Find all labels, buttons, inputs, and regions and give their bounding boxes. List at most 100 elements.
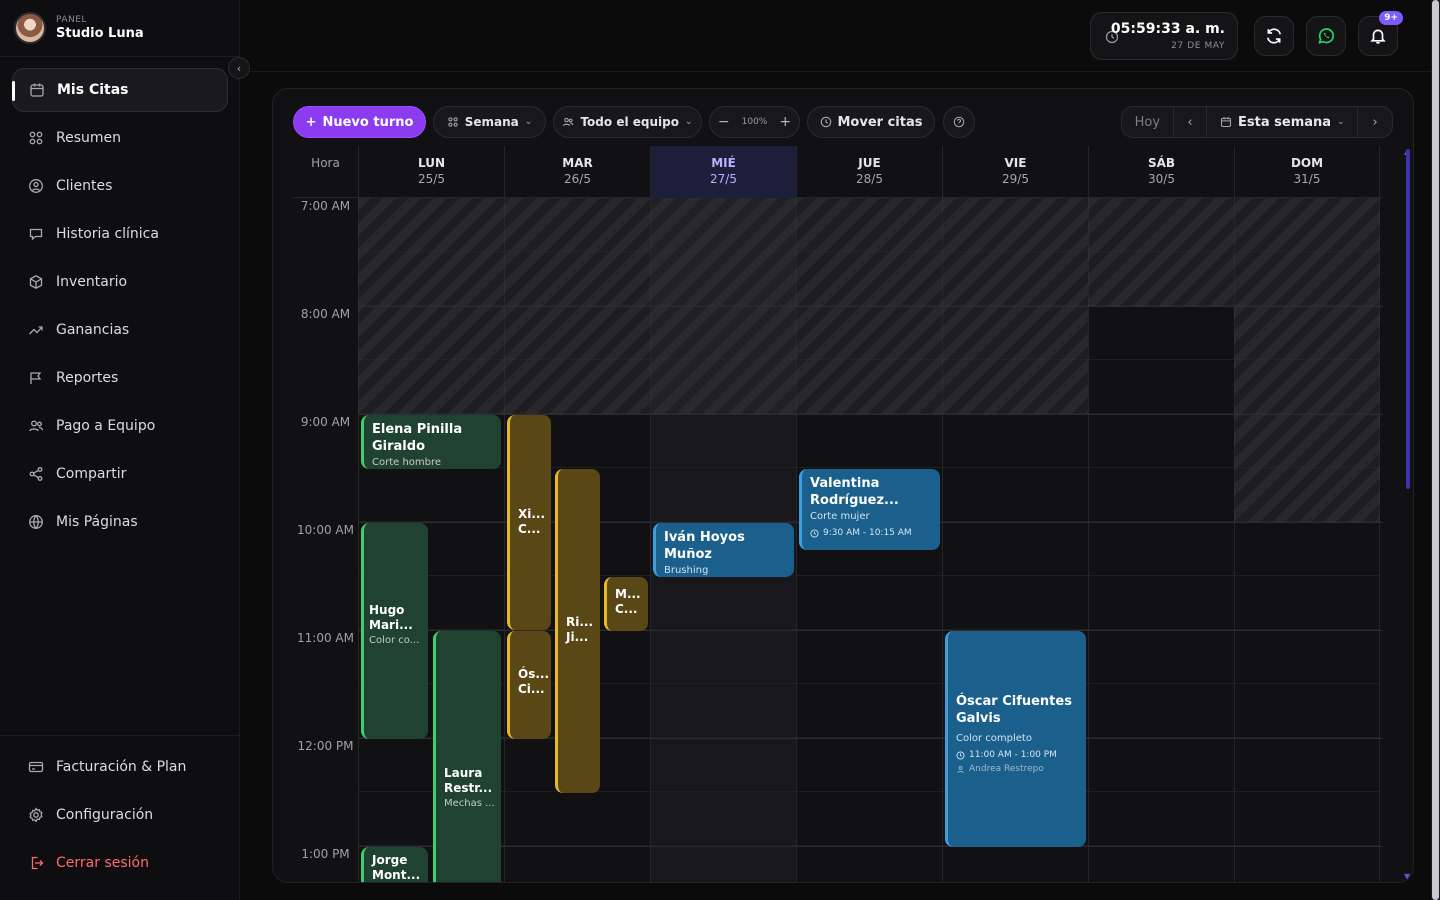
new-appointment-button[interactable]: + Nuevo turno <box>293 106 426 138</box>
appointment-service: Color co... <box>369 635 420 646</box>
sidebar-item-mis-paginas[interactable]: Mis Páginas <box>12 500 228 544</box>
sidebar-item-label: Configuración <box>56 807 154 823</box>
appointment-card[interactable]: Ri... Ji... <box>555 469 600 793</box>
team-select-value: Todo el equipo <box>580 115 679 129</box>
week-header: Hora LUN 25/5 MAR 26/5 MIÉ 27/5 JUE 28/5 VIE… <box>293 146 1383 198</box>
zoom-out-button[interactable]: − <box>718 114 730 130</box>
sidebar-item-inventario[interactable]: Inventario <box>12 260 228 304</box>
logout-button[interactable]: Cerrar sesión <box>12 841 228 885</box>
divider <box>0 56 239 57</box>
sidebar-item-facturacion[interactable]: Facturación & Plan <box>12 745 228 789</box>
appointment-staff-name: Andrea Restrepo <box>969 764 1044 774</box>
next-week-button[interactable]: › <box>1358 107 1392 137</box>
day-header-mie[interactable]: MIÉ 27/5 <box>650 146 796 198</box>
appointment-card[interactable]: Elena Pinilla Giraldo Corte hombre <box>361 415 501 469</box>
window-scrollbar-thumb[interactable] <box>1432 0 1439 900</box>
sidebar-item-pago-a-equipo[interactable]: Pago a Equipo <box>12 404 228 448</box>
sidebar-item-historia-clinica[interactable]: Historia clínica <box>12 212 228 256</box>
appointment-client: Hugo Mari... <box>369 603 413 632</box>
scroll-down-arrow[interactable]: ▼ <box>1404 872 1410 881</box>
appointment-time-text: 11:00 AM - 1:00 PM <box>969 750 1057 760</box>
sidebar-item-label: Mis Citas <box>57 82 129 98</box>
view-select[interactable]: Semana ⌄ <box>433 106 546 138</box>
sidebar-item-label: Mis Páginas <box>56 514 138 530</box>
collapse-sidebar-button[interactable]: ‹ <box>228 57 250 79</box>
day-header-sab[interactable]: SÁB 30/5 <box>1088 146 1234 198</box>
appointment-client: Jorge Mont... <box>372 853 421 882</box>
brand[interactable]: PANEL Studio Luna <box>14 12 144 44</box>
hour-line <box>358 306 1383 307</box>
sidebar-item-label: Cerrar sesión <box>56 855 149 871</box>
appointment-card[interactable]: Valentina Rodríguez... Corte mujer 9:30 … <box>799 469 940 550</box>
team-select[interactable]: Todo el equipo ⌄ <box>553 106 702 138</box>
zoom-in-button[interactable]: + <box>779 114 791 130</box>
clock-date: 27 DE MAY <box>1171 41 1225 51</box>
appointment-card[interactable]: Ós... Ci... <box>507 631 551 739</box>
appointment-time-text: 9:30 AM - 10:15 AM <box>823 528 912 538</box>
refresh-button[interactable] <box>1254 16 1294 56</box>
appointment-card[interactable]: Iván Hoyos Muñoz Brushing <box>653 523 794 577</box>
plus-icon: + <box>305 114 317 130</box>
sidebar-item-clientes[interactable]: Clientes <box>12 164 228 208</box>
appointment-card[interactable]: Hugo Mari... Color co... <box>361 523 428 739</box>
appointment-card[interactable]: Xi... C... <box>507 415 551 630</box>
sidebar-item-configuracion[interactable]: Configuración <box>12 793 228 837</box>
today-label: Hoy <box>1134 114 1161 130</box>
window-scrollbar[interactable] <box>1431 0 1440 900</box>
sidebar-item-resumen[interactable]: Resumen <box>12 116 228 160</box>
appointment-service: Corte hombre <box>372 457 442 468</box>
sidebar-item-label: Resumen <box>56 130 122 146</box>
calendar-icon <box>29 82 45 98</box>
clock-widget: 05:59:33 a. m. 27 DE MAY <box>1090 12 1238 60</box>
appointment-card[interactable]: Óscar Cifuentes Galvis Color completo 11… <box>945 631 1086 847</box>
appointment-time: 11:00 AM - 1:00 PM <box>956 750 1078 760</box>
move-appointments-button[interactable]: Mover citas <box>807 106 935 138</box>
users-icon <box>563 117 574 127</box>
appointment-service: Corte mujer <box>810 511 870 522</box>
grid-icon <box>28 130 44 146</box>
week-body: 7:00 AM 8:00 AM 9:00 AM 10:00 AM 11:00 A… <box>293 198 1383 882</box>
sidebar-item-label: Inventario <box>56 274 128 290</box>
clock-icon <box>820 116 831 128</box>
appointment-client: Iván Hoyos Muñoz <box>664 530 745 562</box>
prev-week-button[interactable]: ‹ <box>1174 107 1208 137</box>
today-button[interactable]: Hoy <box>1122 107 1174 137</box>
time-label: 12:00 PM <box>297 739 354 753</box>
day-date: 27/5 <box>710 172 737 186</box>
share-icon <box>28 466 44 482</box>
day-header-lun[interactable]: LUN 25/5 <box>358 146 504 198</box>
globe-icon <box>28 514 44 530</box>
notifications-button[interactable]: 9+ <box>1358 11 1403 56</box>
appointment-card[interactable]: M... C... <box>604 577 648 631</box>
sidebar-item-label: Ganancias <box>56 322 130 338</box>
sidebar-item-compartir[interactable]: Compartir <box>12 452 228 496</box>
users-icon <box>28 418 44 434</box>
appointment-service: Brushing <box>664 565 709 576</box>
clock-time: 05:59:33 a. m. <box>1110 21 1225 37</box>
day-header-vie[interactable]: VIE 29/5 <box>942 146 1088 198</box>
sidebar-item-reportes[interactable]: Reportes <box>12 356 228 400</box>
whatsapp-button[interactable] <box>1306 16 1346 56</box>
chevron-down-icon: ⌄ <box>684 117 693 127</box>
day-header-jue[interactable]: JUE 28/5 <box>796 146 942 198</box>
day-date: 25/5 <box>418 172 445 186</box>
sidebar-item-label: Clientes <box>56 178 113 194</box>
sidebar: PANEL Studio Luna Mis Citas Resumen Clie… <box>0 0 240 900</box>
appointment-card[interactable]: Jorge Mont... <box>361 847 428 882</box>
appointment-client: Laura Restr... <box>444 766 493 795</box>
calendar-scrollbar[interactable] <box>1406 149 1410 489</box>
notification-badge: 9+ <box>1379 11 1403 25</box>
sidebar-item-ganancias[interactable]: Ganancias <box>12 308 228 352</box>
time-label: 7:00 AM <box>300 199 351 213</box>
day-header-dom[interactable]: DOM 31/5 <box>1234 146 1380 198</box>
day-name: VIE <box>1004 156 1027 170</box>
sidebar-item-mis-citas[interactable]: Mis Citas <box>12 68 228 112</box>
range-select[interactable]: Esta semana ⌄ <box>1207 107 1359 137</box>
appointment-client: Xi... C... <box>518 507 546 536</box>
sidebar-item-label: Reportes <box>56 370 119 386</box>
help-button[interactable] <box>943 106 975 138</box>
view-select-value: Semana <box>464 115 519 129</box>
day-header-mar[interactable]: MAR 26/5 <box>504 146 650 198</box>
zoom-control: − 100% + <box>709 106 800 138</box>
appointment-card[interactable]: Laura Restr... Mechas ... <box>433 631 501 882</box>
